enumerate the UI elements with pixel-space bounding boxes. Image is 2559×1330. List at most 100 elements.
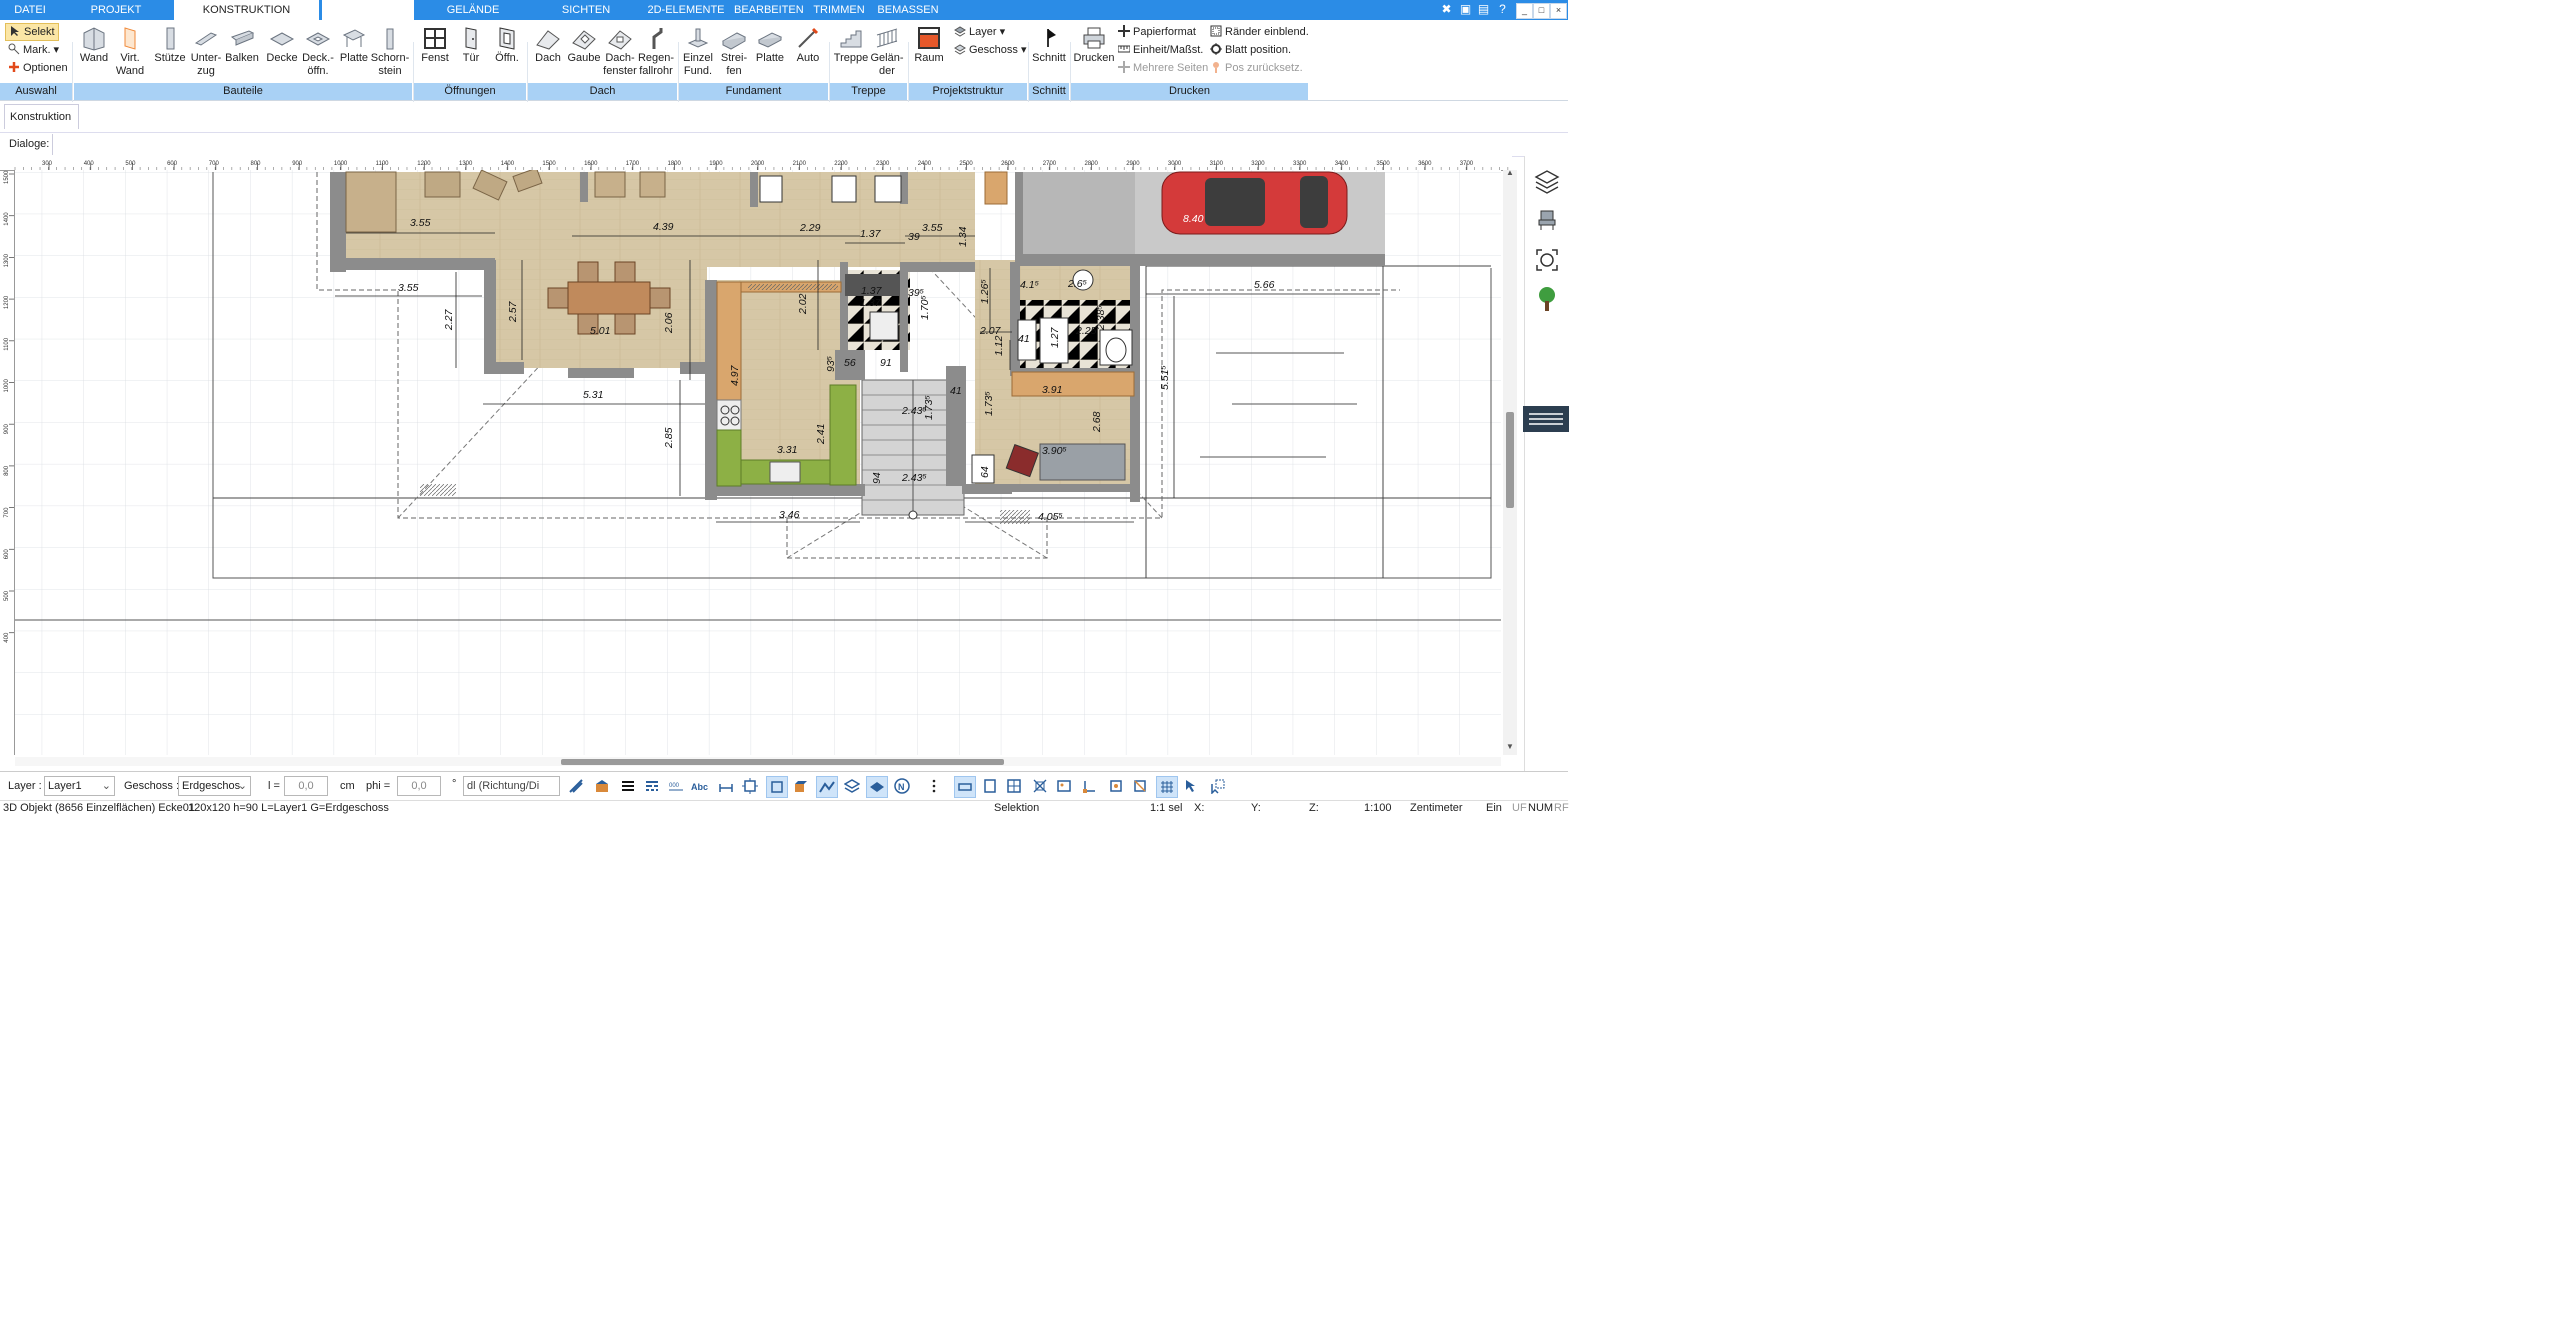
terrain-icon[interactable] [816,776,838,798]
mark-button[interactable]: Mark. ▾ [8,42,59,58]
folder-icon[interactable]: ▤ [1477,3,1490,16]
drucken-button[interactable]: Drucken [1073,22,1115,65]
zoom-fit-icon[interactable] [1535,248,1559,275]
tab-projekt[interactable]: PROJEKT [60,0,172,20]
wall-draw-icon[interactable] [566,776,586,796]
oeffnung-button[interactable]: Öffn. [489,22,525,65]
tree-icon[interactable] [1535,286,1559,315]
virt-wand-button[interactable]: Virt. Wand [112,22,148,78]
layer-stack-icon[interactable] [842,776,862,796]
corner-snap-icon[interactable] [1080,776,1100,796]
unterzug-label: Unter- [190,52,222,64]
tools-icon[interactable]: ✖ [1440,3,1453,16]
auto-button[interactable]: Auto [790,22,826,65]
dachfenster-button[interactable]: Dach-fenster [602,22,638,78]
vertical-scrollbar[interactable]: ▲ ▼ [1503,168,1517,755]
gelaender-button[interactable]: Gelän-der [868,22,906,78]
tab-blank[interactable] [322,0,414,20]
scroll-up-arrow-icon[interactable]: ▲ [1506,168,1514,177]
regenfallrohr-button[interactable]: Regen-fallrohr [636,22,676,78]
balken-button[interactable]: Balken [224,22,260,65]
blatt-position-button[interactable]: Blatt position. [1210,42,1291,58]
frame-dimension-icon[interactable] [740,776,760,796]
mehrere-seiten-button[interactable]: Mehrere Seiten [1118,60,1208,76]
page-icon[interactable] [980,776,1000,796]
tab-konstruktion[interactable]: KONSTRUKTION [174,0,319,20]
drawing-canvas[interactable]: 3.55 3.55 4.39 2.29 1.37 39 3.55 1.34 2.… [15,170,1501,755]
panel-toggle-button[interactable] [1523,406,1569,432]
dach-button[interactable]: Dach [530,22,566,65]
treppe-button[interactable]: Treppe [833,22,869,65]
horizontal-scroll-thumb[interactable] [561,759,1004,765]
fenster-button[interactable]: Fenst [417,22,453,65]
wand-button[interactable]: Wand [76,22,112,65]
more-options-icon[interactable] [924,776,944,796]
tab-bearbeiten[interactable]: BEARBEITEN [734,0,804,20]
l-input[interactable]: 0,0 [284,776,328,796]
einzelfundament-button[interactable]: Einzel Fund. [680,22,716,78]
selection-frame-icon[interactable] [766,776,788,798]
schnitt-button[interactable]: Schnitt [1030,22,1068,65]
minimize-button[interactable]: _ [1516,3,1533,19]
snap-icon[interactable] [1030,776,1050,796]
room-fill-icon[interactable] [592,776,612,796]
tab-2d-elemente[interactable]: 2D-ELEMENTE [644,0,728,20]
pos-zuruecksetzen-button[interactable]: Pos zurücksetz. [1210,60,1303,76]
layer-select[interactable]: Layer1 ⌄ [44,776,115,796]
tab-datei[interactable]: DATEI [0,0,60,20]
image-icon[interactable] [1054,776,1074,796]
stuetze-button[interactable]: Stütze [152,22,188,65]
phi-input[interactable]: 0,0 [397,776,441,796]
decke-button[interactable]: Decke [264,22,300,65]
konstruktion-panel-tab[interactable]: Konstruktion [4,104,79,129]
grid-toggle-icon[interactable] [1004,776,1024,796]
streifenfundament-button[interactable]: Strei-fen [716,22,752,78]
view-2d-icon[interactable] [954,776,976,798]
geschoss-select[interactable]: Erdgeschos ⌄ [178,776,251,796]
vertical-scroll-thumb[interactable] [1506,412,1514,508]
layer-dropdown[interactable]: Layer ▾ [954,24,1005,40]
ruler-tick-label: 1800 [668,161,682,167]
gaube-button[interactable]: Gaube [566,22,602,65]
close-button[interactable]: × [1550,3,1567,19]
select-cursor-icon[interactable] [1208,776,1228,796]
raum-button[interactable]: Raum [911,22,947,65]
unterzug-button[interactable]: Unter-zug [188,22,224,78]
scale-icon[interactable]: 000 [666,776,686,796]
north-icon[interactable]: N [892,776,912,796]
selekt-button[interactable]: Selekt [5,23,59,41]
select-drag-icon[interactable] [1182,776,1202,796]
horizontal-scrollbar[interactable] [15,757,1501,766]
deckenoeffnung-button[interactable]: Deck.- öffn. [300,22,336,78]
text-abc-icon[interactable]: Abc [690,776,710,796]
tab-trimmen[interactable]: TRIMMEN [810,0,868,20]
platte-button[interactable]: Platte [336,22,372,65]
plane-icon[interactable] [866,776,888,798]
tuer-button[interactable]: Tür [453,22,489,65]
line-weight-icon[interactable] [618,776,638,796]
layers-panel-icon[interactable] [1534,168,1560,197]
einheit-button[interactable]: Einheit/Maßst. [1117,42,1203,58]
raender-button[interactable]: Ränder einblend. [1210,24,1309,40]
center-snap-icon[interactable] [1106,776,1126,796]
save-icon[interactable]: ▣ [1459,3,1472,16]
optionen-button[interactable]: Optionen [8,60,68,76]
midpoint-snap-icon[interactable] [1130,776,1150,796]
scroll-down-arrow-icon[interactable]: ▼ [1506,742,1514,751]
line-style-icon[interactable] [642,776,662,796]
tab-bemassen[interactable]: BEMASSEN [876,0,940,20]
fundament-platte-button[interactable]: Platte [752,22,788,65]
floor-plan[interactable]: 3.55 3.55 4.39 2.29 1.37 39 3.55 1.34 2.… [15,170,1501,755]
tab-gelaende[interactable]: GELÄNDE [418,0,528,20]
raster-icon[interactable] [1156,776,1178,798]
direction-select[interactable]: dl (Richtung/Di [463,776,560,796]
maximize-button[interactable]: □ [1533,3,1550,19]
geschoss-dropdown[interactable]: Geschoss ▾ [954,42,1027,58]
schornstein-button[interactable]: Schorn-stein [370,22,410,78]
furniture-chair-icon[interactable] [1535,208,1559,235]
dimension-icon[interactable] [716,776,736,796]
question-icon[interactable]: ? [1496,3,1509,16]
3d-view-icon[interactable] [790,776,810,796]
tab-sichten[interactable]: SICHTEN [540,0,632,20]
papierformat-button[interactable]: Papierformat [1118,24,1196,40]
